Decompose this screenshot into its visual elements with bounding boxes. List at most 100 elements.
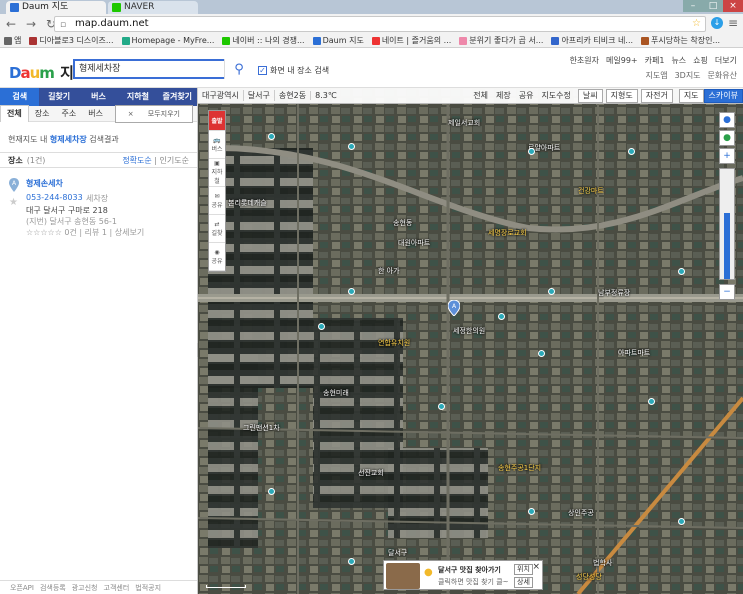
zoom-out-button[interactable]: − <box>719 284 735 300</box>
bookmark-item[interactable]: 네이버 :: 나의 경쟁... <box>222 35 305 46</box>
map-view-button[interactable]: 스카이뷰 <box>703 88 743 103</box>
map-place-label[interactable]: 송현미래 <box>323 388 349 398</box>
bookmark-item[interactable]: 네이트 | 즐거움의 ... <box>371 35 451 46</box>
tab-naver[interactable]: NAVER <box>108 1 198 14</box>
maximize-icon[interactable]: □ <box>703 0 723 12</box>
bookmark-item[interactable]: 분위기 좋다가 곱 서... <box>459 35 543 46</box>
ad-location-button[interactable]: 위치 <box>514 564 533 575</box>
footer-link[interactable]: 법적공지 <box>135 583 161 593</box>
bus-stop-icon[interactable] <box>548 288 555 295</box>
tab-0[interactable]: 검색 <box>0 88 40 106</box>
ad-banner[interactable]: ● 달서구 맛집 찾아가기 클릭하면 맛집 찾기 클~ 위치 상세 × <box>383 560 543 590</box>
map-place-label[interactable]: 송현주공1단지 <box>498 463 541 473</box>
minimize-icon[interactable]: – <box>683 0 703 12</box>
star-icon[interactable]: ☆ <box>692 17 701 31</box>
back-icon[interactable]: ← <box>4 17 18 31</box>
bus-stop-icon[interactable] <box>348 288 355 295</box>
map-place-label[interactable]: 본리롯데캐슬 <box>228 198 267 208</box>
top-nav-link[interactable]: 메일99+ <box>606 55 638 66</box>
map-view[interactable]: A 제일서교회 로얄아파트 건강마트 송현동 대원아파트 본리롯데캐슬 세명장로교회 한 아가… <box>198 88 743 594</box>
sort-popularity[interactable]: 인기도순 <box>160 156 189 165</box>
top-nav-link[interactable]: 뉴스 <box>671 55 686 66</box>
map-action[interactable]: 공유 <box>515 90 538 101</box>
top-nav-link[interactable]: 문화유산 <box>708 70 737 81</box>
zoom-slider[interactable] <box>719 168 735 280</box>
tab-daum[interactable]: Daum 지도 <box>6 1 106 14</box>
bus-stop-icon[interactable] <box>528 148 535 155</box>
map-place-label[interactable]: 그린맨션1차 <box>243 423 280 433</box>
bus-stop-icon[interactable] <box>678 268 685 275</box>
route-tool[interactable]: ⇄ 길찾 <box>209 215 225 243</box>
bus-stop-icon[interactable] <box>678 518 685 525</box>
forward-icon[interactable]: → <box>24 17 38 31</box>
bus-stop-icon[interactable] <box>528 508 535 515</box>
public-tool[interactable]: ◉ 공유 <box>209 243 225 271</box>
roadview-button[interactable]: ● <box>719 112 735 128</box>
footer-link[interactable]: 광고신청 <box>72 583 98 593</box>
sort-accuracy[interactable]: 정확도순 <box>122 156 151 165</box>
map-place-label[interactable]: 건강마트 <box>578 186 604 196</box>
place-rating[interactable]: ☆☆☆☆☆ 0건 | 리뷰 1 | 상세보기 <box>26 227 144 238</box>
map-place-label[interactable]: 법학사 <box>593 558 612 568</box>
map-place-label[interactable]: 세정한의원 <box>453 326 485 336</box>
map-view-button[interactable]: 지도 <box>678 88 704 103</box>
tab-1[interactable]: 길찾기 <box>39 88 78 106</box>
region-selector[interactable]: 송현2동 <box>273 90 310 101</box>
subtab-all[interactable]: 전체 <box>0 105 29 122</box>
bus-stop-icon[interactable] <box>348 143 355 150</box>
bus-stop-icon[interactable] <box>348 558 355 565</box>
bus-stop-icon[interactable] <box>498 313 505 320</box>
traffic-button[interactable]: ● <box>719 130 735 146</box>
result-marker-icon[interactable]: A <box>448 300 460 316</box>
footer-link[interactable]: 검색등록 <box>40 583 66 593</box>
zoom-in-button[interactable]: + <box>719 148 735 164</box>
map-action[interactable]: 제장 <box>492 90 515 101</box>
bus-stop-icon[interactable] <box>538 350 545 357</box>
map-place-label[interactable]: 세명장로교회 <box>488 228 527 238</box>
map-action[interactable]: 지도수정 <box>537 90 574 101</box>
top-nav-link[interactable]: 한초원자 <box>570 55 599 66</box>
tab-2[interactable]: 버스 <box>79 88 118 106</box>
map-place-label[interactable]: 성당성당 <box>576 572 602 582</box>
footer-link[interactable]: 고객센터 <box>104 583 130 593</box>
share-tool[interactable]: ✉ 공유 <box>209 187 225 215</box>
favorite-star-icon[interactable]: ★ <box>9 197 18 208</box>
bookmark-item[interactable]: 디아블로3 디스이즈... <box>29 35 114 46</box>
map-layer-button[interactable]: 자전거 <box>640 88 673 103</box>
bookmark-item[interactable]: 앱 <box>4 35 21 46</box>
bookmark-item[interactable]: Homepage - MyFre... <box>121 36 214 45</box>
bookmark-item[interactable]: 아프리카 티비크 네... <box>551 35 633 46</box>
top-nav-link[interactable]: 지도앱 <box>645 70 667 81</box>
region-selector[interactable]: 8.3℃ <box>310 91 341 100</box>
bus-stop-icon[interactable] <box>438 403 445 410</box>
in-view-search-checkbox[interactable]: ✓ 화면 내 장소 검색 <box>258 65 329 76</box>
tab-4[interactable]: 즐겨찾기 <box>158 88 197 106</box>
ad-close-icon[interactable]: × <box>532 562 540 572</box>
ad-detail-button[interactable]: 상세 <box>514 577 533 588</box>
map-place-label[interactable]: 선진교회 <box>358 468 384 478</box>
subway-tool[interactable]: ▣ 지하철 <box>209 159 225 187</box>
close-icon[interactable]: × <box>723 0 743 12</box>
map-place-label[interactable]: 상인주공 <box>568 508 594 518</box>
subtab-place[interactable]: 장소 <box>29 106 56 122</box>
top-nav-link[interactable]: 카페1 <box>645 55 665 66</box>
map-place-label[interactable]: 제일서교회 <box>448 118 480 128</box>
top-nav-link[interactable]: 더보기 <box>715 55 737 66</box>
bookmark-item[interactable]: Daum 지도 <box>312 35 364 46</box>
region-selector[interactable]: 달서구 <box>242 90 274 101</box>
place-name[interactable]: 형제손세차 <box>26 178 63 189</box>
tab-3[interactable]: 지하철 <box>118 88 157 106</box>
map-place-label[interactable]: 남부정류장 <box>598 288 630 298</box>
top-nav-link[interactable]: 3D지도 <box>675 70 701 81</box>
top-nav-link[interactable]: 쇼핑 <box>693 55 708 66</box>
subtab-bus[interactable]: 버스 <box>82 106 109 122</box>
map-place-label[interactable]: 대원아파트 <box>398 238 430 248</box>
region-selector[interactable]: 대구광역시 <box>198 90 243 101</box>
map-action[interactable]: 전체 <box>469 90 492 101</box>
bus-stop-icon[interactable] <box>268 133 275 140</box>
map-place-label[interactable]: 송현동 <box>393 218 412 228</box>
search-button[interactable]: ⚲ <box>224 59 253 79</box>
map-place-label[interactable]: 연합유치원 <box>378 338 410 348</box>
map-place-label[interactable]: 아파트마트 <box>618 348 650 358</box>
start-tool[interactable]: 출발 <box>209 111 225 131</box>
